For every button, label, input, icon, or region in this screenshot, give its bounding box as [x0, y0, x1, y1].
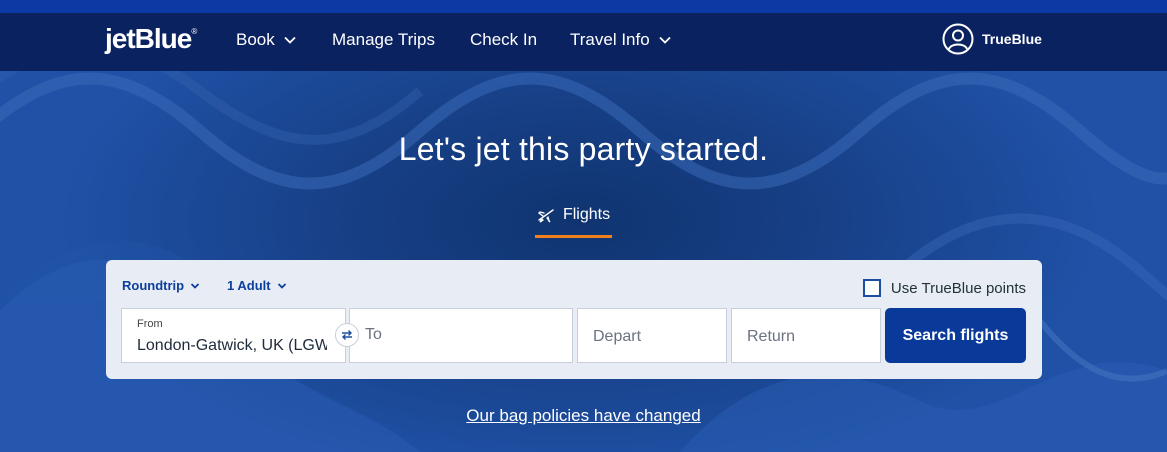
to-placeholder: To: [365, 326, 382, 343]
chevron-down-icon: [190, 282, 200, 289]
booking-panel: Roundtrip 1 Adult Use TrueBlue points Fr…: [106, 260, 1042, 379]
chevron-down-icon: [277, 282, 286, 289]
from-value: London-Gatwick, UK (LGW): [137, 337, 327, 354]
active-tab-indicator: [535, 235, 612, 238]
user-circle-icon: [942, 23, 974, 55]
nav-travel-info[interactable]: Travel Info: [570, 30, 672, 50]
chevron-down-icon: [284, 36, 296, 44]
search-flights-button[interactable]: Search flights: [885, 308, 1026, 363]
trueblue-label: TrueBlue: [982, 31, 1042, 47]
nav-manage-trips-label: Manage Trips: [332, 30, 435, 49]
from-label: From: [137, 318, 163, 330]
nav-book[interactable]: Book: [236, 30, 297, 50]
passengers-select[interactable]: 1 Adult: [227, 278, 287, 293]
chevron-down-icon: [659, 36, 671, 44]
hero: Let's jet this party started. Flights Ro…: [0, 71, 1167, 452]
trip-type-value: Roundtrip: [122, 278, 185, 293]
plane-icon: [537, 209, 554, 223]
from-field[interactable]: From London-Gatwick, UK (LGW): [121, 308, 346, 363]
nav-travel-info-label: Travel Info: [570, 30, 650, 49]
trueblue-points-checkbox[interactable]: [862, 279, 881, 297]
jetblue-logo[interactable]: jetBlue®: [105, 23, 197, 55]
to-field[interactable]: To: [349, 308, 573, 363]
return-field[interactable]: Return: [731, 308, 881, 363]
depart-field[interactable]: Depart: [577, 308, 727, 363]
bag-policy-banner: Our bag policies have changed: [0, 406, 1167, 426]
tab-flights-label: Flights: [562, 206, 611, 223]
tab-flights[interactable]: Flights: [535, 206, 612, 238]
nav-check-in[interactable]: Check In: [470, 30, 537, 50]
trueblue-account[interactable]: TrueBlue: [942, 23, 1042, 55]
return-placeholder: Return: [747, 328, 796, 345]
passengers-value: 1 Adult: [227, 278, 271, 293]
nav-check-in-label: Check In: [470, 30, 538, 49]
swap-arrows-icon: [342, 330, 352, 340]
page-headline: Let's jet this party started.: [398, 131, 769, 167]
trip-type-select[interactable]: Roundtrip: [122, 278, 200, 293]
trueblue-points-label: Use TrueBlue points: [890, 279, 1026, 297]
nav-manage-trips[interactable]: Manage Trips: [332, 30, 435, 50]
bag-policy-link[interactable]: Our bag policies have changed: [466, 406, 700, 425]
depart-placeholder: Depart: [593, 328, 642, 345]
trueblue-points-option: Use TrueBlue points: [862, 279, 1026, 297]
top-strip: [0, 0, 1167, 13]
nav-book-label: Book: [236, 30, 275, 49]
swap-button[interactable]: [335, 323, 359, 347]
main-nav: jetBlue® Book Manage Trips Check In Trav…: [0, 13, 1167, 71]
